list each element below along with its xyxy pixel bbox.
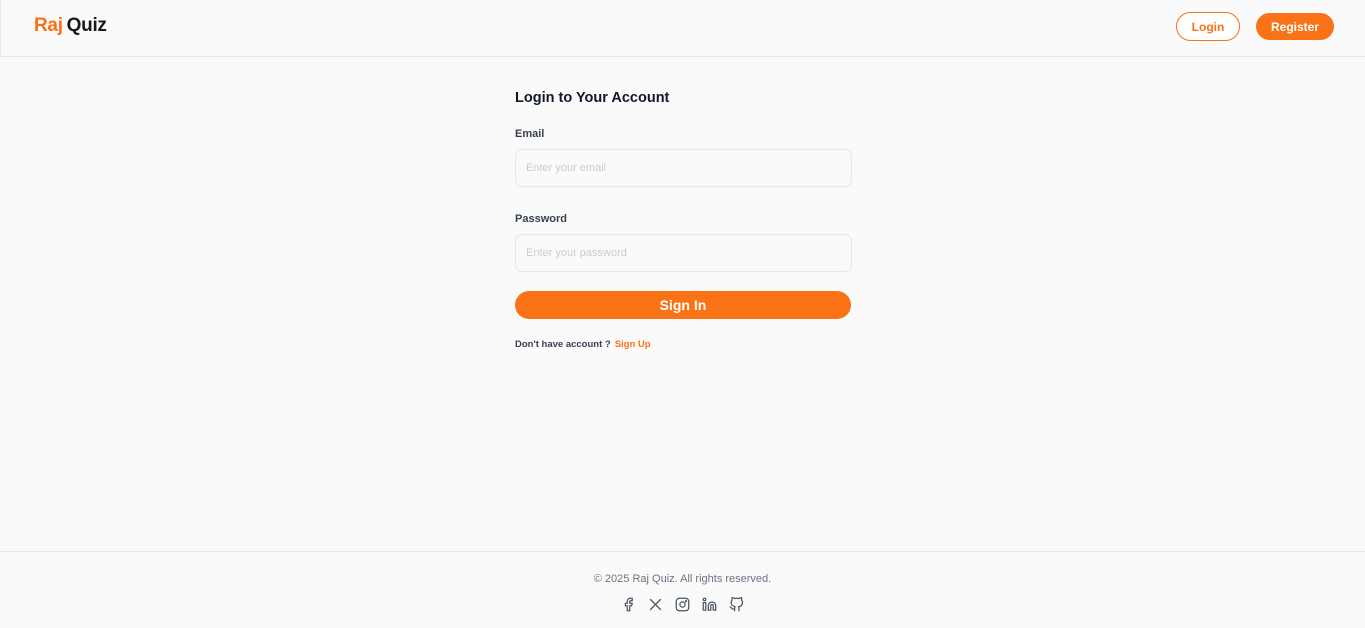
logo-part-quiz: Quiz	[66, 15, 107, 36]
logo-part-raj: Raj	[34, 15, 63, 36]
instagram-icon[interactable]	[674, 596, 690, 612]
password-input[interactable]	[515, 234, 852, 272]
x-icon[interactable]	[647, 596, 663, 612]
github-icon[interactable]	[728, 596, 744, 612]
password-label: Password	[515, 213, 567, 225]
login-button[interactable]: Login	[1176, 12, 1240, 41]
signup-prompt: Don't have account ?	[515, 339, 611, 350]
copyright-text: © 2025 Raj Quiz. All rights reserved.	[593, 573, 772, 585]
email-label: Email	[515, 128, 545, 140]
social-links	[620, 596, 744, 612]
login-form: Login to Your Account Email Password Sig…	[515, 90, 852, 350]
sign-up-link[interactable]: Sign Up	[615, 339, 651, 350]
facebook-icon[interactable]	[620, 596, 636, 612]
form-title: Login to Your Account	[515, 90, 670, 106]
signup-row: Don't have account ? Sign Up	[515, 339, 851, 350]
footer: © 2025 Raj Quiz. All rights reserved.	[0, 551, 1365, 628]
linkedin-icon[interactable]	[701, 596, 717, 612]
top-navbar: Raj Quiz Login Register	[0, 0, 1365, 57]
email-input[interactable]	[515, 149, 852, 187]
sign-in-button[interactable]: Sign In	[515, 291, 851, 319]
site-logo[interactable]: Raj Quiz	[34, 15, 107, 37]
register-button[interactable]: Register	[1256, 13, 1334, 40]
